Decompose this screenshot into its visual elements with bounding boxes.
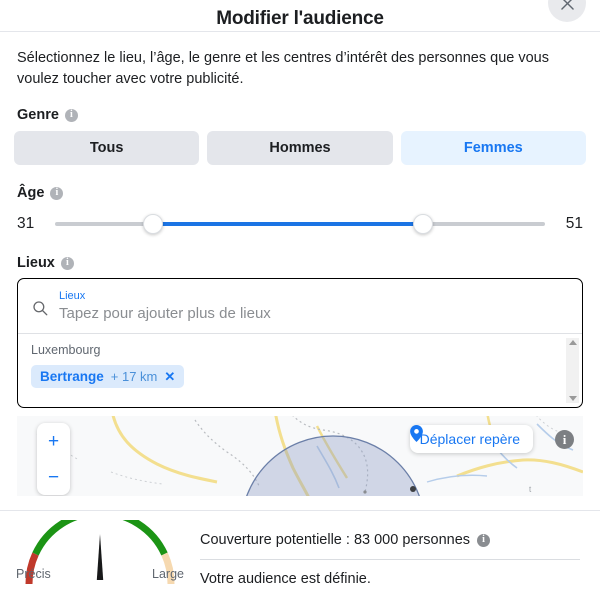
search-icon [33,301,48,316]
location-chip-bertrange[interactable]: Bertrange + 17 km ✕ [31,365,185,388]
map-pin-icon [409,425,423,442]
audience-precision-gauge: Précis Large [0,520,200,586]
gender-options: Tous Hommes Femmes [0,123,600,165]
slider-handle-max[interactable] [412,214,433,234]
locations-search-row: Lieux [18,279,582,334]
locations-field-label: Lieux [59,290,86,302]
potential-reach-text: Couverture potentielle : 83 000 personne… [200,532,471,548]
gauge-label-precise: Précis [16,567,51,581]
locations-search-input[interactable] [59,303,569,324]
gender-info-icon[interactable]: i [64,108,78,122]
audience-summary-footer: Précis Large Couverture potentielle : 83… [0,510,600,600]
dialog-description: Sélectionnez le lieu, l’âge, le genre et… [17,50,549,87]
potential-reach-info-icon[interactable]: i [477,533,491,547]
gauge-labels: Précis Large [0,567,200,581]
zoom-in-button[interactable]: + [37,423,70,459]
chip-location-name: Bertrange [40,369,104,384]
selected-locations-list: Luxembourg Bertrange + 17 km ✕ [18,334,582,407]
age-label-text: Âge [17,185,45,201]
locations-field-group: Lieux [59,290,569,324]
age-section-label: Âge i [0,185,600,201]
gender-label-text: Genre [17,107,59,123]
locations-box: Lieux Luxembourg Bertrange + 17 km ✕ [17,278,583,408]
gender-option-all[interactable]: Tous [14,131,200,165]
scroll-down-icon[interactable] [568,396,577,401]
slider-handle-min[interactable] [143,214,163,234]
page-title: Modifier l'audience [216,8,384,29]
gender-option-men[interactable]: Hommes [207,131,393,165]
locations-info-icon[interactable]: i [60,256,74,270]
locations-scrollbar[interactable] [566,338,579,403]
chip-radius-label: + 17 km [110,369,158,384]
gender-section-label: Genre i [0,107,600,123]
age-range-slider[interactable] [55,211,545,237]
map-info-icon[interactable]: i [555,430,574,449]
gauge-label-broad: Large [152,567,184,581]
slider-selected-range [153,222,423,226]
age-slider-row: 31 51 [0,201,600,237]
move-pin-button[interactable]: Déplacer repère [409,425,533,453]
audience-status-text: Votre audience est définie. [200,571,371,587]
age-max-value: 51 [565,215,583,232]
close-button[interactable] [548,0,586,22]
locations-section-label: Lieux i [0,255,600,271]
age-info-icon[interactable]: i [50,186,64,200]
close-icon [560,0,574,10]
age-min-value: 31 [17,215,35,232]
move-pin-label: Déplacer repère [419,431,520,447]
edit-audience-dialog: Modifier l'audience Sélectionnez le lieu… [0,0,600,600]
chip-remove-icon[interactable]: ✕ [164,370,175,383]
location-map[interactable]: t + − Déplacer repère i [17,416,583,496]
scroll-up-icon[interactable] [568,340,577,345]
locations-label-text: Lieux [17,255,55,271]
location-country-label: Luxembourg [31,343,101,357]
zoom-out-button[interactable]: − [37,459,70,495]
dialog-header: Modifier l'audience [0,0,600,32]
potential-reach-line: Couverture potentielle : 83 000 personne… [200,532,580,560]
gender-option-women[interactable]: Femmes [400,131,586,165]
potential-reach-block: Couverture potentielle : 83 000 personne… [200,520,600,587]
map-zoom-controls: + − [37,423,70,495]
